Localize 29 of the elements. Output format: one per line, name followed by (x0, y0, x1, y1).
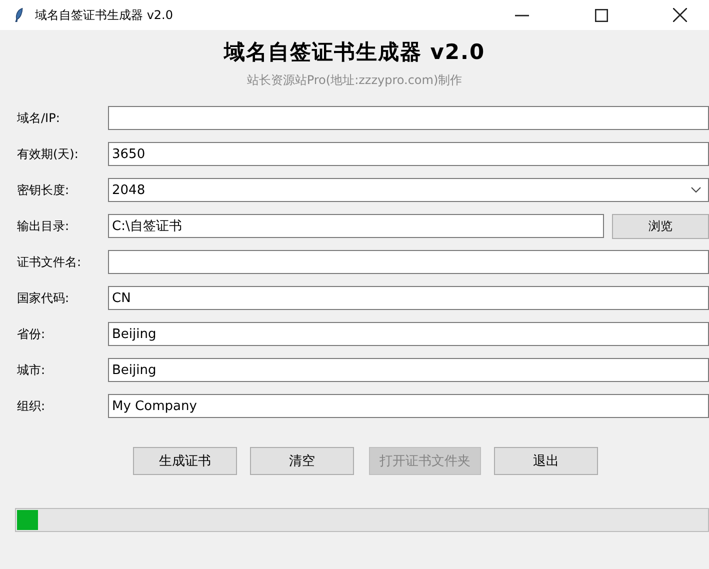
field-label: 城市: (16, 362, 46, 378)
chevron-down-icon (691, 187, 701, 193)
close-icon[interactable] (673, 8, 687, 22)
browse-button[interactable]: 浏览 (612, 214, 709, 238)
maximize-icon[interactable] (594, 8, 608, 22)
input-field[interactable] (108, 250, 709, 274)
subtitle: 站长资源站Pro(地址:zzzypro.com)制作 (246, 72, 464, 89)
field-label: 国家代码: (16, 290, 70, 306)
input-field[interactable]: Beijing (108, 322, 709, 346)
app-heading: 域名自签证书生成器 v2.0 (222, 39, 486, 66)
dropdown[interactable]: 2048 (108, 178, 709, 202)
field-label: 省份: (16, 326, 46, 342)
field-label: 组织: (16, 398, 46, 414)
action-button[interactable]: 清空 (250, 447, 354, 475)
field-label: 输出目录: (16, 218, 70, 234)
field-label: 域名/IP: (16, 110, 61, 126)
window-title: 域名自签证书生成器 v2.0 (35, 6, 173, 24)
field-label: 密钥长度: (16, 182, 70, 198)
input-field[interactable]: C:\自签证书 (108, 214, 604, 238)
input-field[interactable]: 3650 (108, 142, 709, 166)
field-label: 证书文件名: (16, 254, 82, 270)
input-field[interactable] (108, 106, 709, 130)
feather-icon (14, 7, 24, 23)
input-field[interactable]: My Company (108, 394, 709, 418)
action-button[interactable]: 生成证书 (133, 447, 237, 475)
field-label: 有效期(天): (16, 146, 80, 162)
input-field[interactable]: Beijing (108, 358, 709, 382)
action-button[interactable]: 退出 (494, 447, 598, 475)
input-field[interactable]: CN (108, 286, 709, 310)
